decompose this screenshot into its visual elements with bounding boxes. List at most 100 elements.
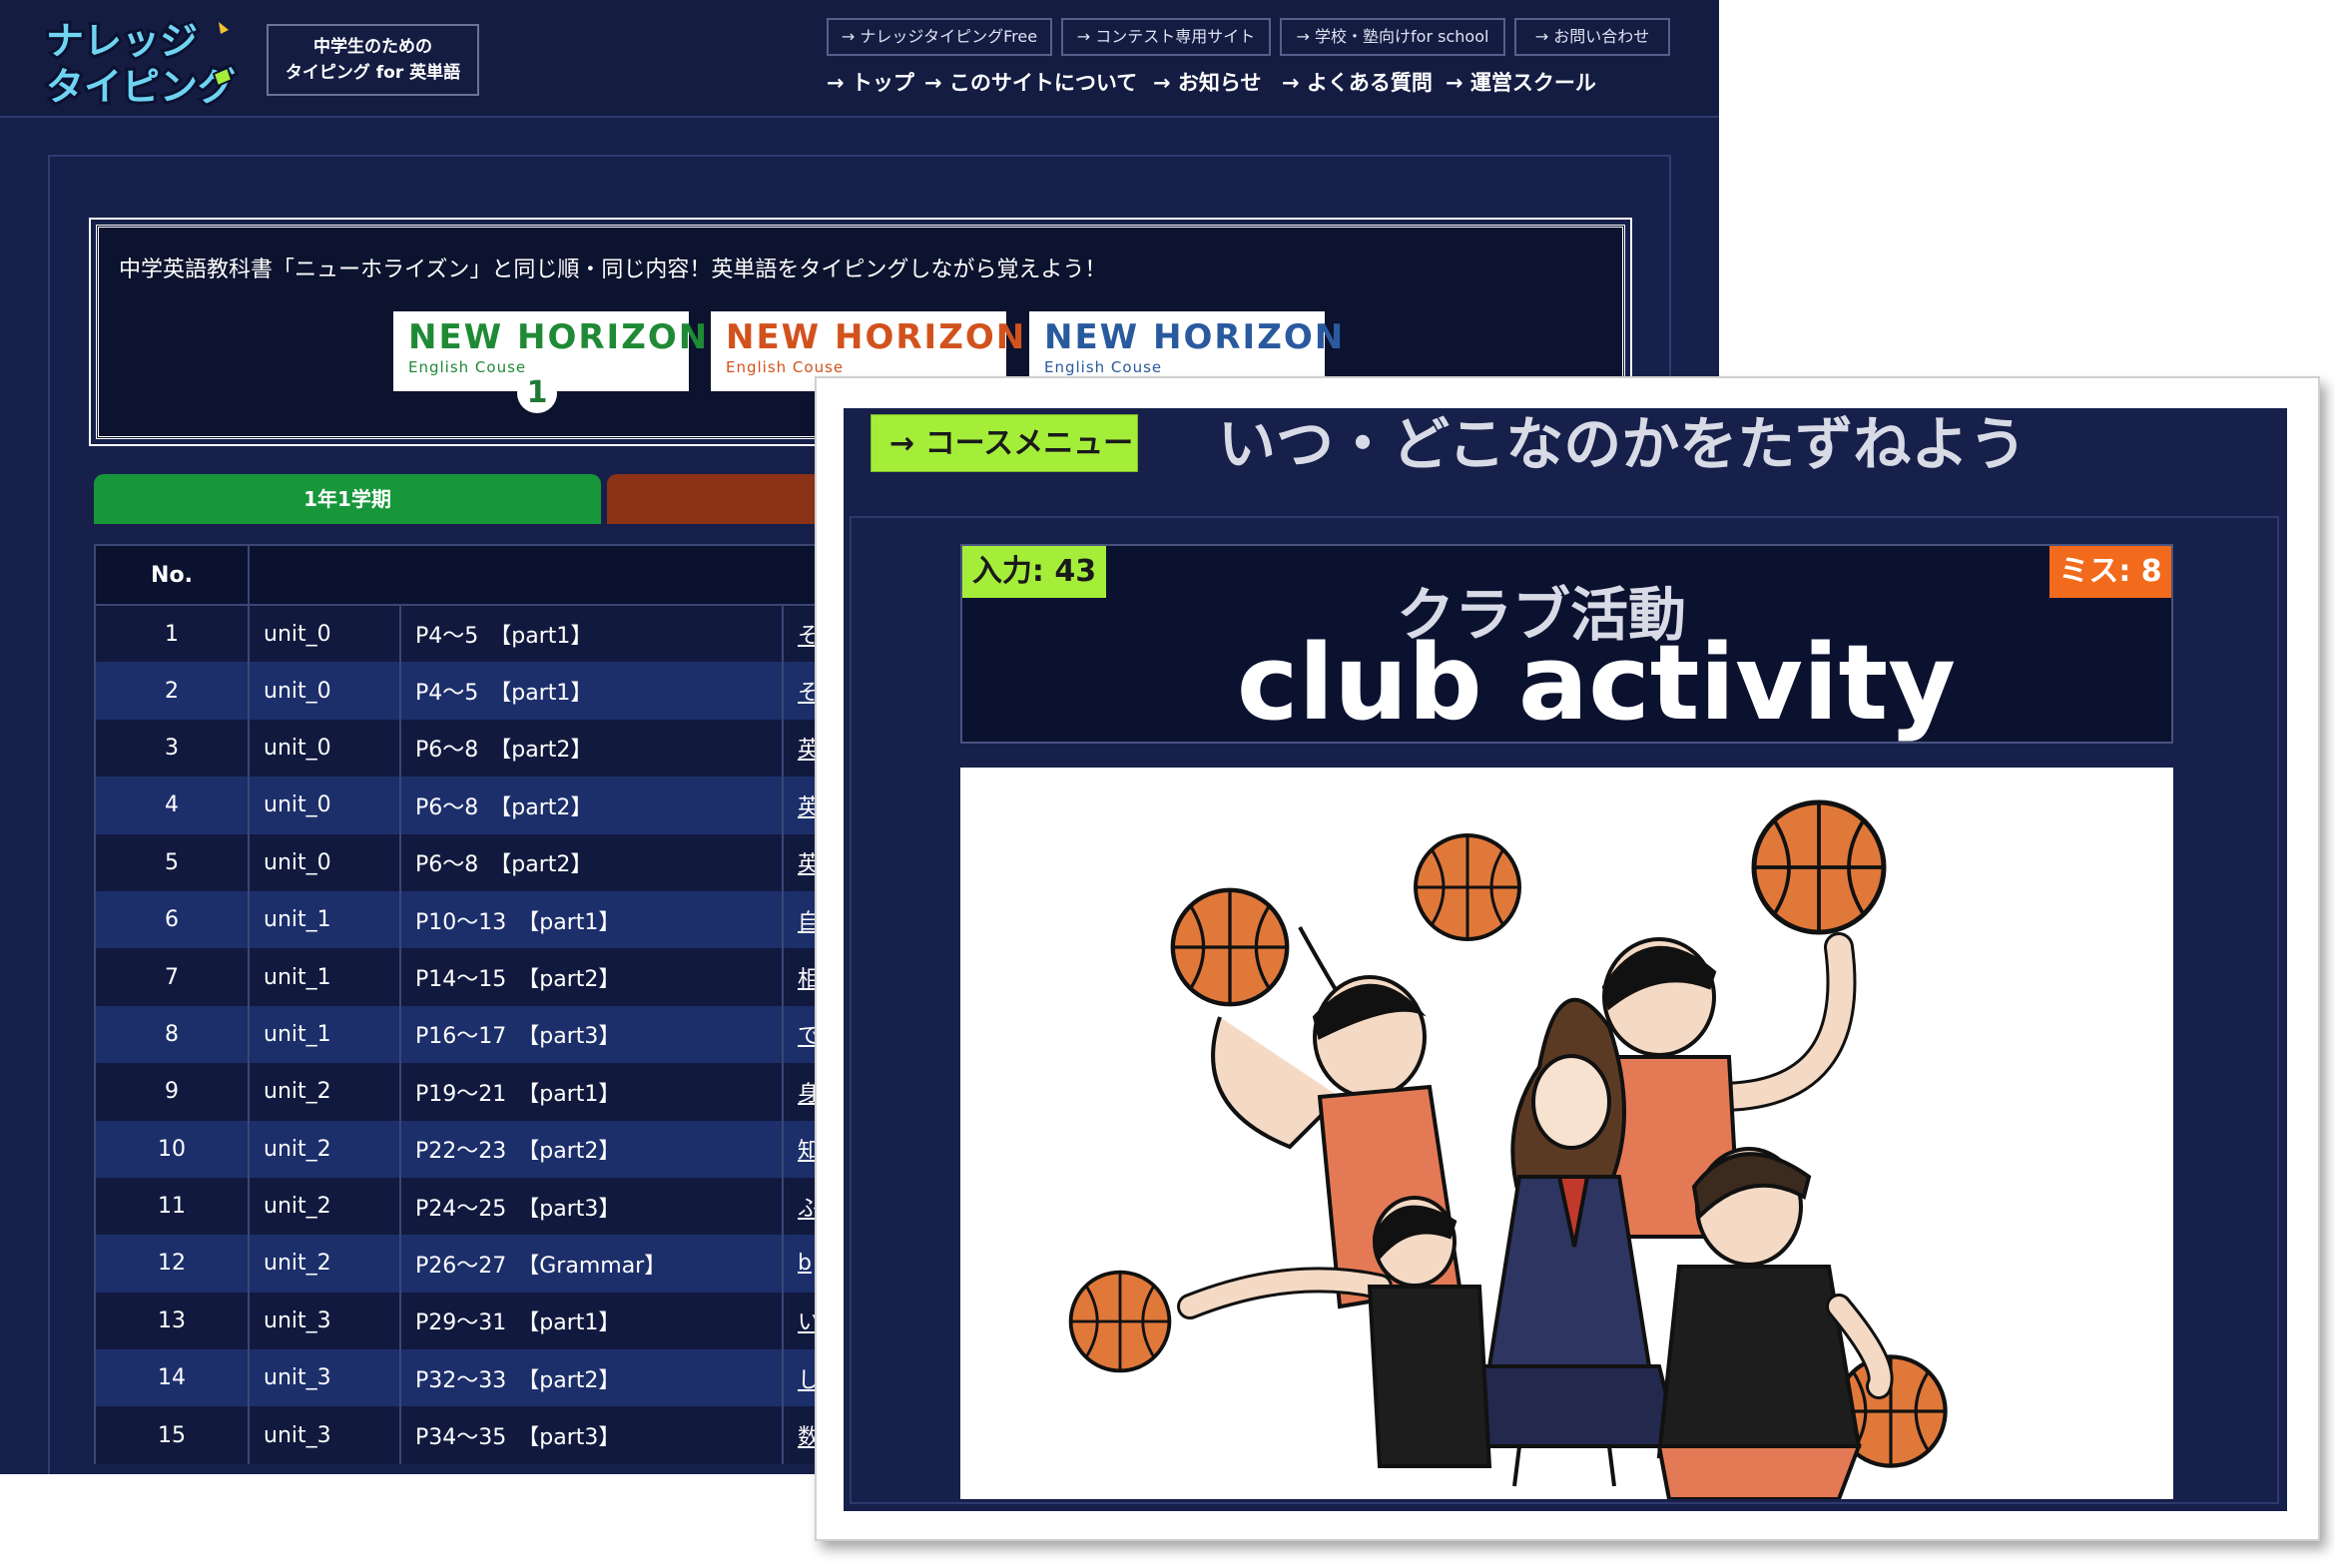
cell-pages: P4〜5 【part1】 bbox=[399, 605, 783, 663]
cell-no: 3 bbox=[94, 719, 249, 778]
cell-no: 5 bbox=[94, 833, 249, 891]
table-row[interactable]: 9 unit_2 P19〜21 【part1】身 bbox=[94, 1063, 863, 1121]
textbook-subtitle: English Couse bbox=[726, 358, 845, 376]
logo-line2: タイピング bbox=[46, 65, 236, 106]
nav-about[interactable]: → このサイトについて bbox=[924, 68, 1137, 98]
lesson-table: No. 1 unit_0 P4〜5 【part1】そ 2 unit_0 P4〜5 【par… bbox=[94, 544, 864, 1464]
site-header: ナレッジ タイピング 中学生のための タイピング for 英単語 → ナレッジタ… bbox=[0, 0, 1719, 118]
cell-pages: P16〜17 【part3】 bbox=[399, 1005, 783, 1064]
cell-no: 8 bbox=[94, 1005, 249, 1064]
cell-unit: unit_0 bbox=[248, 605, 400, 663]
basketball-icon bbox=[1414, 833, 1521, 941]
cell-unit: unit_2 bbox=[248, 1120, 400, 1178]
cell-pages: P34〜35 【part3】 bbox=[399, 1406, 783, 1464]
cell-no: 9 bbox=[94, 1063, 249, 1121]
cell-unit: unit_2 bbox=[248, 1235, 400, 1293]
cell-no: 2 bbox=[94, 662, 249, 720]
site-tagline: 中学生のための タイピング for 英単語 bbox=[267, 24, 479, 96]
illustration-svg bbox=[1068, 768, 2173, 1501]
tagline-line1: 中学生のための bbox=[313, 37, 432, 57]
lesson-title: いつ・どこなのかをたずねよう bbox=[1218, 410, 2028, 478]
basketball-icon bbox=[1068, 1270, 1172, 1373]
textbook-title: NEW HORIZON bbox=[1044, 317, 1346, 357]
cell-no: 13 bbox=[94, 1292, 249, 1350]
ext-link-contest[interactable]: → コンテスト専用サイト bbox=[1061, 18, 1271, 56]
column-header-no: No. bbox=[94, 544, 250, 606]
table-row[interactable]: 15 unit_3 P34〜35 【part3】数 bbox=[94, 1406, 863, 1464]
ext-link-contact[interactable]: → お問い合わせ bbox=[1514, 18, 1670, 56]
logo-line1: ナレッジ bbox=[46, 19, 198, 63]
cell-unit: unit_2 bbox=[248, 1177, 400, 1236]
cell-no: 10 bbox=[94, 1120, 249, 1178]
tagline-line2: タイピング for 英単語 bbox=[285, 63, 461, 83]
cell-pages: P24〜25 【part3】 bbox=[399, 1177, 783, 1236]
cell-no: 15 bbox=[94, 1406, 249, 1464]
table-row[interactable]: 10 unit_2 P22〜23 【part2】知 bbox=[94, 1120, 863, 1178]
cell-no: 14 bbox=[94, 1349, 249, 1407]
logo-icon: ナレッジ タイピング bbox=[43, 16, 239, 112]
cell-unit: unit_0 bbox=[248, 719, 400, 778]
cell-unit: unit_2 bbox=[248, 1063, 400, 1121]
table-row[interactable]: 13 unit_3 P29〜31 【part1】い bbox=[94, 1292, 863, 1350]
cell-unit: unit_1 bbox=[248, 948, 400, 1006]
table-row[interactable]: 3 unit_0 P6〜8 【part2】英 bbox=[94, 719, 863, 778]
cell-pages: P22〜23 【part2】 bbox=[399, 1120, 783, 1178]
table-row[interactable]: 12 unit_2 P26〜27 【Grammar】 b bbox=[94, 1235, 863, 1293]
cell-pages: P6〜8 【part2】 bbox=[399, 833, 783, 891]
cell-unit: unit_3 bbox=[248, 1292, 400, 1350]
table-row[interactable]: 11 unit_2 P24〜25 【part3】ふ bbox=[94, 1177, 863, 1236]
table-row[interactable]: 8 unit_1 P16〜17 【part3】で bbox=[94, 1005, 863, 1064]
table-row[interactable]: 1 unit_0 P4〜5 【part1】そ bbox=[94, 605, 863, 663]
cell-unit: unit_0 bbox=[248, 777, 400, 834]
column-header-blank bbox=[248, 544, 864, 606]
cell-unit: unit_3 bbox=[248, 1406, 400, 1464]
word-panel: 入力: 43 ミス: 8 クラブ活動 club activity bbox=[960, 544, 2173, 744]
nav-faq[interactable]: → よくある質問 bbox=[1282, 68, 1433, 98]
cell-pages: P10〜13 【part1】 bbox=[399, 890, 783, 949]
basketball-icon bbox=[1173, 890, 1287, 1004]
nav-top[interactable]: → トップ bbox=[827, 68, 914, 98]
table-row[interactable]: 6 unit_1 P10〜13 【part1】自 bbox=[94, 890, 863, 949]
textbook-title: NEW HORIZON bbox=[408, 317, 710, 357]
game-panel: → コースメニュー いつ・どこなのかをたずねよう 入力: 43 ミス: 8 クラ… bbox=[844, 408, 2287, 1511]
textbook-card-1[interactable]: NEW HORIZON English Couse 1 bbox=[393, 311, 707, 413]
textbook-grade-badge: 1 bbox=[517, 373, 557, 413]
typing-game-window: → コースメニュー いつ・どこなのかをたずねよう 入力: 43 ミス: 8 クラ… bbox=[815, 376, 2320, 1541]
cell-unit: unit_3 bbox=[248, 1349, 400, 1407]
course-menu-button[interactable]: → コースメニュー bbox=[871, 414, 1138, 472]
cell-pages: P29〜31 【part1】 bbox=[399, 1292, 783, 1350]
ext-link-school[interactable]: → 学校・塾向けfor school bbox=[1280, 18, 1505, 56]
ext-link-free[interactable]: → ナレッジタイピングFree bbox=[827, 18, 1052, 56]
textbook-title: NEW HORIZON bbox=[726, 317, 1027, 357]
nav-school[interactable]: → 運営スクール bbox=[1446, 68, 1596, 98]
table-row[interactable]: 7 unit_1 P14〜15 【part2】相 bbox=[94, 948, 863, 1006]
textbook-subtitle: English Couse bbox=[1044, 358, 1163, 376]
table-row[interactable]: 4 unit_0 P6〜8 【part2】英 bbox=[94, 777, 863, 834]
intro-text: 中学英語教科書「ニューホライズン」と同じ順・同じ内容！英単語をタイピングしながら… bbox=[119, 258, 1107, 282]
cell-pages: P4〜5 【part1】 bbox=[399, 662, 783, 720]
cell-pages: P6〜8 【part2】 bbox=[399, 719, 783, 778]
table-row[interactable]: 14 unit_3 P32〜33 【part2】し bbox=[94, 1349, 863, 1407]
table-row[interactable]: 2 unit_0 P4〜5 【part1】そ bbox=[94, 662, 863, 720]
cell-no: 7 bbox=[94, 948, 249, 1006]
cell-no: 1 bbox=[94, 605, 249, 663]
english-word: club activity bbox=[1236, 622, 1957, 744]
cell-no: 6 bbox=[94, 890, 249, 949]
tab-term-1[interactable]: 1年1学期 bbox=[94, 474, 601, 524]
site-logo[interactable]: ナレッジ タイピング bbox=[43, 16, 244, 112]
cell-pages: P26〜27 【Grammar】 bbox=[399, 1235, 783, 1293]
basketball-players-illustration-icon bbox=[960, 768, 2173, 1501]
cell-pages: P14〜15 【part2】 bbox=[399, 948, 783, 1006]
table-row[interactable]: 5 unit_0 P6〜8 【part2】英 bbox=[94, 833, 863, 891]
cell-unit: unit_0 bbox=[248, 662, 400, 720]
cell-unit: unit_1 bbox=[248, 1005, 400, 1064]
cell-no: 4 bbox=[94, 777, 249, 834]
cell-unit: unit_1 bbox=[248, 890, 400, 949]
cell-no: 12 bbox=[94, 1235, 249, 1293]
cell-pages: P6〜8 【part2】 bbox=[399, 777, 783, 834]
textbook-subtitle: English Couse bbox=[408, 358, 527, 376]
cell-no: 11 bbox=[94, 1177, 249, 1236]
basketball-icon bbox=[1754, 802, 1884, 932]
cell-unit: unit_0 bbox=[248, 833, 400, 891]
nav-news[interactable]: → お知らせ bbox=[1153, 68, 1262, 98]
